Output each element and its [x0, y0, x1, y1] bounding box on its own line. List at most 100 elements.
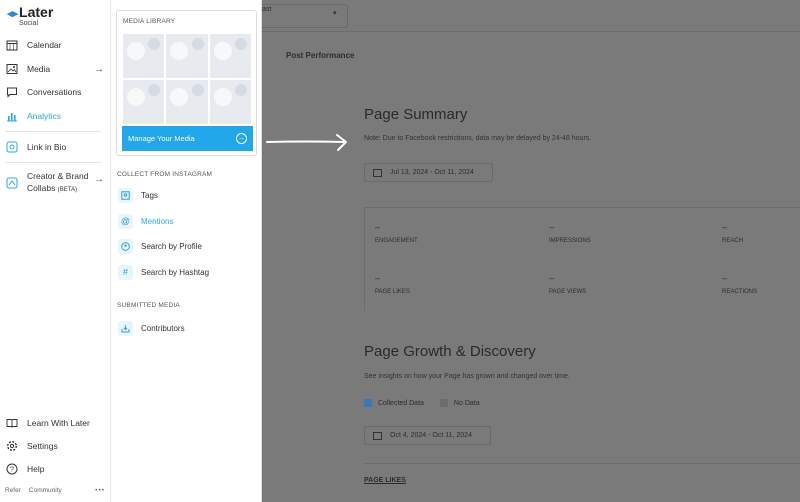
legend-label: No Data: [453, 399, 480, 407]
flyout-item-search-profile[interactable]: Search by Profile: [118, 237, 202, 255]
sidebar-item-label: Help: [27, 464, 45, 474]
inbox-icon: [118, 320, 133, 336]
media-library-title: MEDIA LIBRARY: [123, 18, 176, 25]
analytics-main-overlay[interactable]: ast ▾ Post Performance Page Summary Note…: [262, 0, 800, 502]
submitted-section-title: SUBMITTED MEDIA: [117, 302, 180, 309]
svg-text:?: ?: [10, 467, 14, 474]
sidebar-divider: [5, 162, 101, 163]
sidebar-item-label: Settings: [27, 441, 58, 451]
page-summary-title: Page Summary: [364, 106, 468, 123]
beta-badge: (BETA): [57, 187, 77, 193]
metric-reach: – REACH: [722, 222, 744, 244]
gear-icon: [5, 439, 19, 453]
page-summary-date-range[interactable]: Jul 13, 2024 - Oct 11, 2024: [364, 163, 493, 182]
later-logo[interactable]: ◂▸Later Social: [7, 4, 53, 27]
sidebar-item-label: Conversations: [27, 87, 82, 97]
sidebar-item-media[interactable]: Media: [5, 60, 50, 78]
hashtag-icon: #: [118, 264, 133, 280]
media-arrow-icon[interactable]: →: [94, 64, 104, 75]
analytics-icon: [5, 109, 19, 123]
calendar-icon: [373, 431, 382, 440]
media-thumbnail[interactable]: [166, 34, 208, 78]
media-thumbnail[interactable]: [123, 80, 165, 124]
flyout-item-search-hashtag[interactable]: # Search by Hashtag: [118, 263, 209, 281]
sidebar-item-label: Link in Bio: [27, 142, 67, 152]
flyout-item-label: Tags: [141, 190, 158, 200]
sidebar-item-label: Analytics: [27, 111, 62, 121]
calendar-icon: [373, 168, 382, 177]
media-icon: [5, 62, 19, 76]
link-in-bio-icon: [5, 140, 19, 154]
date-range-text: Oct 4, 2024 - Oct 11, 2024: [390, 432, 472, 439]
book-icon: [5, 416, 19, 430]
refer-link[interactable]: Refer: [5, 487, 21, 494]
logo-text: Later: [19, 4, 54, 20]
tab-post-performance[interactable]: Post Performance: [286, 51, 354, 60]
metric-engagement: – ENGAGEMENT: [375, 222, 418, 244]
more-icon[interactable]: •••: [95, 487, 105, 494]
flyout-item-label: Mentions: [141, 216, 174, 226]
metric-page-views: – PAGE VIEWS: [549, 273, 587, 295]
logo-subtitle: Social: [19, 20, 39, 27]
help-icon: ?: [5, 462, 19, 476]
media-thumbnail[interactable]: [123, 34, 165, 78]
legend-label: Collected Data: [378, 399, 424, 407]
chevron-down-icon: ▾: [333, 10, 337, 17]
flyout-item-contributors[interactable]: Contributors: [118, 319, 185, 337]
profile-search-icon: [118, 238, 133, 254]
sidebar-item-collabs[interactable]: Creator & Brand Collabs (BETA): [5, 170, 88, 200]
page-growth-title: Page Growth & Discovery: [364, 343, 536, 360]
sidebar-divider: [5, 131, 101, 132]
sidebar-item-calendar[interactable]: Calendar: [5, 36, 62, 54]
flyout-item-mentions[interactable]: @ Mentions: [118, 212, 173, 230]
page-likes-section-title[interactable]: PAGE LIKES: [364, 477, 406, 484]
sidebar-item-label: Learn With Later: [27, 418, 90, 428]
manage-your-media-button[interactable]: Manage Your Media →: [122, 126, 253, 151]
media-thumbnail[interactable]: [209, 80, 251, 124]
flyout-item-label: Search by Profile: [141, 241, 202, 251]
sidebar-item-learn[interactable]: Learn With Later: [5, 414, 90, 432]
sidebar-item-help[interactable]: ? Help: [5, 460, 44, 478]
calendar-icon: [5, 38, 19, 52]
community-link[interactable]: Community: [29, 487, 62, 494]
media-thumbnails: [123, 34, 251, 124]
metric-reactions: – REACTIONS: [722, 273, 758, 295]
at-icon: @: [118, 213, 133, 229]
sidebar-item-analytics[interactable]: Analytics: [5, 107, 61, 125]
conversations-icon: [5, 85, 19, 99]
sidebar-item-label: Calendar: [27, 40, 62, 50]
page-growth-description: See insights on how your Page has grown …: [364, 373, 570, 380]
collect-section-title: COLLECT FROM INSTAGRAM: [117, 171, 213, 178]
page-summary-note: Note: Due to Facebook restrictions, data…: [364, 135, 592, 142]
media-flyout-panel: MEDIA LIBRARY Manage Your Media → COLLEC…: [111, 0, 262, 502]
annotation-arrow-icon: [266, 134, 347, 151]
metric-page-likes: – PAGE LIKES: [375, 273, 410, 295]
sidebar-item-conversations[interactable]: Conversations: [5, 83, 81, 101]
section-divider: [364, 463, 800, 464]
chart-legend: Collected Data No Data: [364, 399, 480, 407]
legend-swatch-collected: [364, 399, 372, 407]
sidebar-item-settings[interactable]: Settings: [5, 437, 58, 455]
page-growth-date-range[interactable]: Oct 4, 2024 - Oct 11, 2024: [364, 426, 491, 445]
date-range-text: Jul 13, 2024 - Oct 11, 2024: [390, 169, 474, 176]
media-library-card: MEDIA LIBRARY Manage Your Media →: [116, 10, 257, 156]
arrow-right-circle-icon: →: [236, 133, 247, 144]
media-thumbnail[interactable]: [166, 80, 208, 124]
flyout-item-label: Contributors: [141, 323, 185, 333]
metric-impressions: – IMPRESSIONS: [549, 222, 591, 244]
collabs-arrow-icon[interactable]: →: [94, 174, 104, 185]
flyout-item-tags[interactable]: Tags: [118, 186, 158, 204]
sidebar-item-label: Media: [27, 64, 51, 74]
legend-swatch-no-data: [439, 399, 448, 407]
sidebar-item-label: Creator & Brand: [27, 171, 89, 181]
sidebar-item-link-in-bio[interactable]: Link in Bio: [5, 138, 66, 156]
left-sidebar: ◂▸Later Social Calendar Media → Conversa…: [0, 0, 111, 502]
sidebar-footer: Refer Community •••: [5, 487, 105, 494]
manage-button-label: Manage Your Media: [128, 134, 195, 143]
collabs-icon: [5, 176, 19, 190]
account-select-value: ast: [262, 6, 272, 13]
media-thumbnail[interactable]: [209, 34, 251, 78]
sidebar-item-label-line2: Collabs: [27, 183, 56, 193]
tag-icon: [118, 187, 133, 203]
flyout-item-label: Search by Hashtag: [141, 267, 210, 277]
